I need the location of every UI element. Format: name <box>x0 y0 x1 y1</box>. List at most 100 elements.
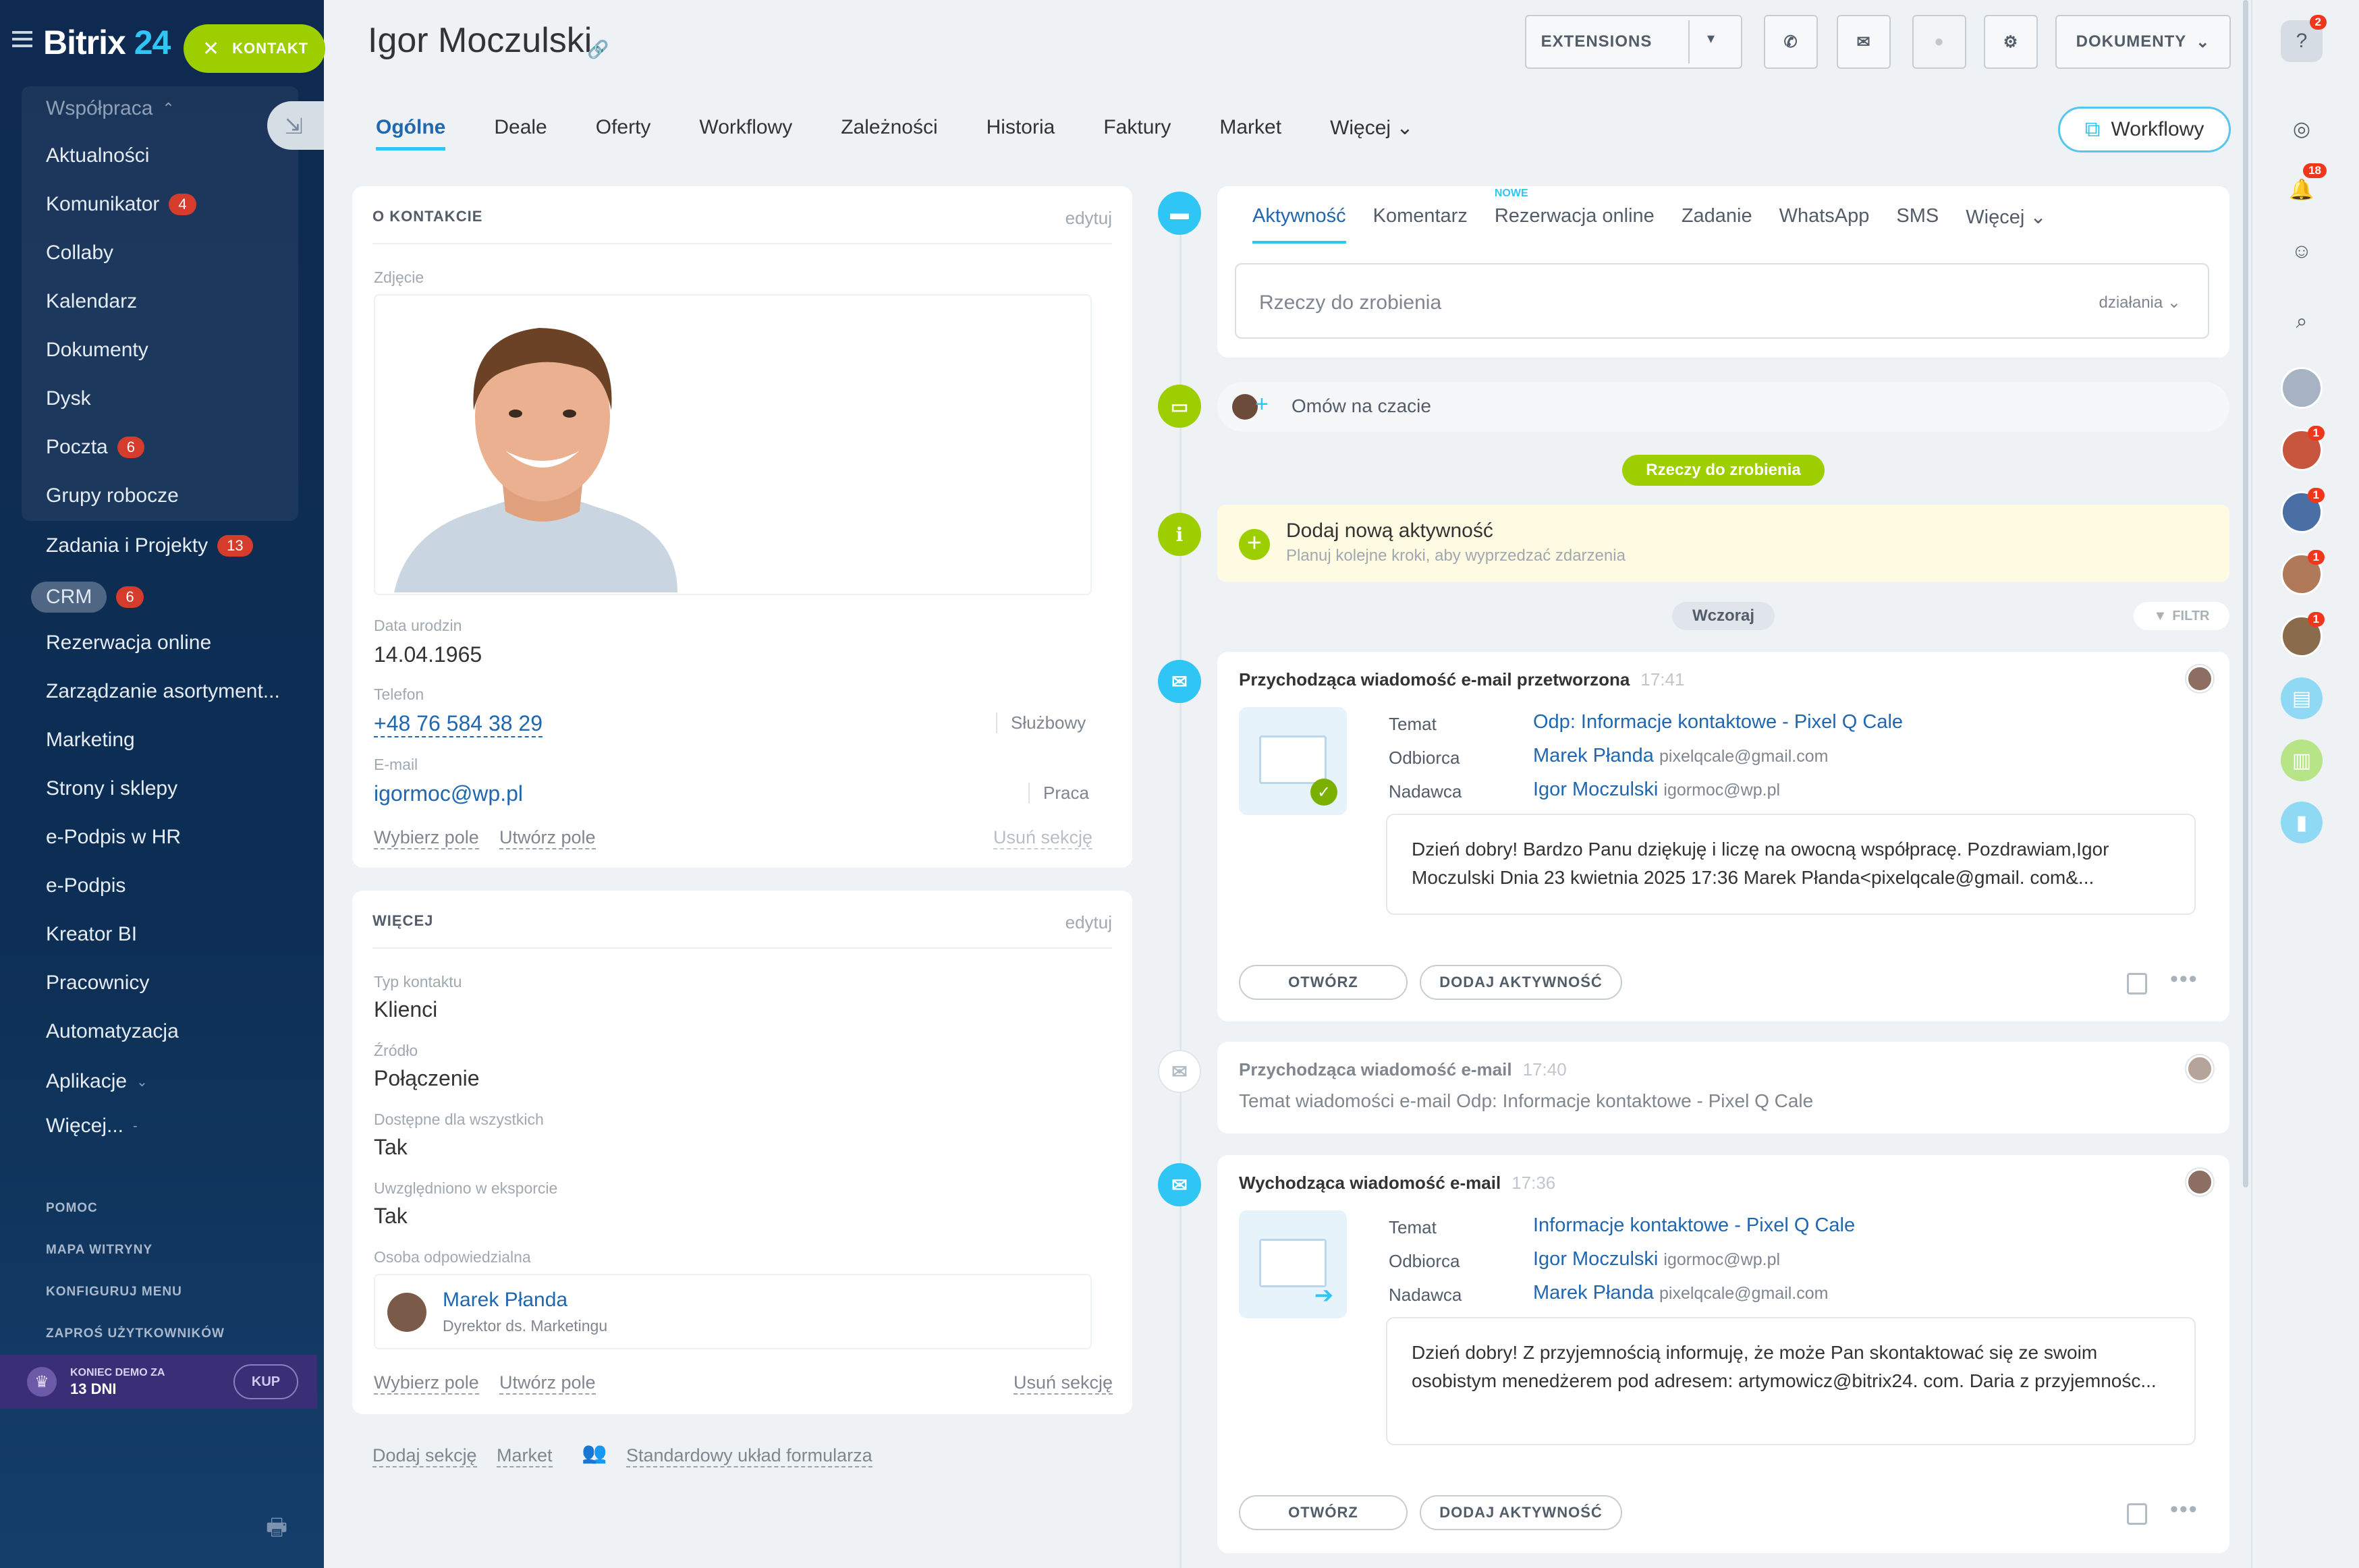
choose-field-link[interactable]: Wybierz pole <box>374 1372 479 1395</box>
email-subject[interactable]: Temat wiadomości e-mail Odp: Informacje … <box>1239 1090 1813 1112</box>
bitrix24-logo[interactable]: Bitrix 24 <box>43 23 171 62</box>
sender-value[interactable]: Marek Płanda pixelqcale@gmail.com <box>1533 1282 1828 1304</box>
help-icon[interactable]: ? 2 <box>2281 15 2327 62</box>
standard-layout-link[interactable]: Standardowy układ formularza <box>626 1445 872 1467</box>
tab-workflowy[interactable]: Workflowy <box>699 116 792 150</box>
avatar[interactable]: 1 <box>2281 550 2325 595</box>
group-label-wspolpraca[interactable]: Współpraca ⌃ <box>46 97 175 120</box>
hamburger-menu-icon[interactable] <box>12 31 32 47</box>
link-konfiguruj[interactable]: KONFIGURUJ MENU <box>46 1285 182 1299</box>
menu-epodpis-hr[interactable]: e-Podpis w HR <box>46 826 181 849</box>
discuss-in-chat[interactable]: + Omów na czacie <box>1217 382 2229 432</box>
contact-photo[interactable] <box>374 294 1092 595</box>
menu-rezerwacja[interactable]: Rezerwacja online <box>46 632 211 654</box>
note-icon[interactable] <box>2127 973 2147 995</box>
page-scrollbar[interactable] <box>2243 0 2248 1187</box>
delete-section-link[interactable]: Usuń sekcję <box>993 827 1093 849</box>
tab-zaleznosci[interactable]: Zależności <box>841 116 937 150</box>
documents-button[interactable]: DOKUMENTY ⌄ <box>2055 15 2231 69</box>
menu-epodpis[interactable]: e-Podpis <box>46 874 126 897</box>
chat-button[interactable]: ● <box>1912 15 1966 69</box>
add-section-link[interactable]: Dodaj sekcję <box>372 1445 477 1467</box>
email-value[interactable]: igormoc@wp.pl <box>374 781 523 806</box>
recipient-value[interactable]: Igor Moczulski igormoc@wp.pl <box>1533 1248 1780 1270</box>
menu-zadania[interactable]: Zadania i Projekty 13 <box>46 534 253 557</box>
feed-tab-rezerwacja[interactable]: NOWE Rezerwacja online <box>1495 188 1655 244</box>
menu-kreator-bi[interactable]: Kreator BI <box>46 923 137 946</box>
menu-strony[interactable]: Strony i sklepy <box>46 777 177 800</box>
market-link[interactable]: Market <box>497 1445 553 1467</box>
responsible-name[interactable]: Marek Płanda <box>443 1289 567 1312</box>
link-zapros[interactable]: ZAPROŚ UŻYTKOWNIKÓW <box>46 1326 225 1341</box>
responsible-person[interactable]: Marek Płanda Dyrektor ds. Marketingu <box>374 1274 1092 1349</box>
menu-aktualnosci[interactable]: Aktualności <box>46 144 149 167</box>
menu-marketing[interactable]: Marketing <box>46 729 135 752</box>
feed-tab-sms[interactable]: SMS <box>1896 205 1939 244</box>
subject-link[interactable]: Odp: Informacje kontaktowe - Pixel Q Cal… <box>1533 711 1903 733</box>
menu-collaby[interactable]: Collaby <box>46 242 113 264</box>
feed-tab-zadanie[interactable]: Zadanie <box>1682 205 1752 244</box>
chevron-down-icon[interactable]: ▾ <box>1707 30 1715 47</box>
collapse-menu-button[interactable]: ⇲ <box>267 101 324 150</box>
feed-tab-aktywnosc[interactable]: Aktywność <box>1252 205 1346 244</box>
menu-komunikator[interactable]: Komunikator 4 <box>46 193 196 216</box>
avatar[interactable]: 1 <box>2281 488 2325 533</box>
settings-button[interactable]: ⚙ <box>1984 15 2038 69</box>
phone-value[interactable]: +48 76 584 38 29 <box>374 711 543 737</box>
create-field-link[interactable]: Utwórz pole <box>499 1372 596 1395</box>
kontakt-close-button[interactable]: ✕ KONTAKT <box>184 24 325 73</box>
menu-grupy-robocze[interactable]: Grupy robocze <box>46 484 179 507</box>
edit-link[interactable]: edytuj <box>1065 208 1112 229</box>
bell-icon[interactable]: 🔔 18 <box>2281 163 2327 211</box>
create-field-link[interactable]: Utwórz pole <box>499 827 596 849</box>
avatar[interactable] <box>2281 367 2323 409</box>
more-options-icon[interactable]: ••• <box>2170 1496 2198 1523</box>
copilot-icon[interactable]: ◎ <box>2281 108 2323 150</box>
add-activity-button[interactable]: DODAJ AKTYWNOŚĆ <box>1420 1495 1622 1530</box>
menu-kalendarz[interactable]: Kalendarz <box>46 290 137 313</box>
copy-link-icon[interactable]: 🔗 <box>587 39 609 60</box>
email-preview[interactable]: Dzień dobry! Bardzo Panu dziękuję i licz… <box>1386 814 2196 915</box>
more-options-icon[interactable]: ••• <box>2170 966 2198 992</box>
feed-tab-komentarz[interactable]: Komentarz <box>1373 205 1468 244</box>
delete-section-link[interactable]: Usuń sekcję <box>1014 1372 1113 1395</box>
feed-tab-whatsapp[interactable]: WhatsApp <box>1779 205 1870 244</box>
tab-deale[interactable]: Deale <box>494 116 547 150</box>
menu-aplikacje[interactable]: Aplikacje ⌄ <box>46 1070 148 1093</box>
email-button[interactable]: ✉ <box>1837 15 1891 69</box>
menu-poczta[interactable]: Poczta 6 <box>46 436 144 459</box>
workflow-button[interactable]: ⧉ Workflowy <box>2058 107 2231 152</box>
tab-wiecej[interactable]: Więcej ⌄ <box>1330 116 1414 150</box>
search-icon[interactable]: ⌕ <box>2281 301 2323 343</box>
link-pomoc[interactable]: POMOC <box>46 1201 98 1216</box>
avatar[interactable]: 1 <box>2281 426 2325 471</box>
chat-bubble-icon[interactable]: ▤ <box>2281 677 2323 719</box>
menu-pracownicy[interactable]: Pracownicy <box>46 972 149 995</box>
printer-icon[interactable]: 🖶 <box>266 1511 287 1550</box>
menu-crm[interactable]: CRM 6 <box>31 582 144 613</box>
phone-button[interactable]: ✆ <box>1764 15 1818 69</box>
edit-link[interactable]: edytuj <box>1065 912 1112 933</box>
tab-oferty[interactable]: Oferty <box>596 116 651 150</box>
tab-faktury[interactable]: Faktury <box>1103 116 1171 150</box>
open-button[interactable]: OTWÓRZ <box>1239 965 1408 1000</box>
menu-asortyment[interactable]: Zarządzanie asortyment... <box>46 680 280 703</box>
add-activity-button[interactable]: DODAJ AKTYWNOŚĆ <box>1420 965 1622 1000</box>
link-mapa[interactable]: MAPA WITRYNY <box>46 1243 152 1258</box>
note-icon[interactable] <box>2127 1503 2147 1525</box>
email-preview[interactable]: Dzień dobry! Z przyjemnością informuję, … <box>1386 1317 2196 1445</box>
actions-dropdown[interactable]: działania ⌄ <box>2099 293 2181 312</box>
subject-link[interactable]: Informacje kontaktowe - Pixel Q Cale <box>1533 1214 1855 1237</box>
notes-icon[interactable]: ▥ <box>2281 739 2323 781</box>
filter-button[interactable]: ▼ FILTR <box>2134 602 2229 630</box>
add-activity-card[interactable]: + Dodaj nową aktywność Planuj kolejne kr… <box>1217 505 2229 582</box>
tab-historia[interactable]: Historia <box>987 116 1055 150</box>
menu-automatyzacja[interactable]: Automatyzacja <box>46 1020 179 1043</box>
open-button[interactable]: OTWÓRZ <box>1239 1495 1408 1530</box>
bookmark-icon[interactable]: ▮ <box>2281 802 2323 843</box>
avatar[interactable]: 1 <box>2281 612 2325 657</box>
messages-icon[interactable]: ☺ <box>2281 231 2323 273</box>
todo-input[interactable]: Rzeczy do zrobienia działania ⌄ <box>1235 263 2209 339</box>
menu-dysk[interactable]: Dysk <box>46 387 91 410</box>
menu-dokumenty[interactable]: Dokumenty <box>46 339 148 362</box>
